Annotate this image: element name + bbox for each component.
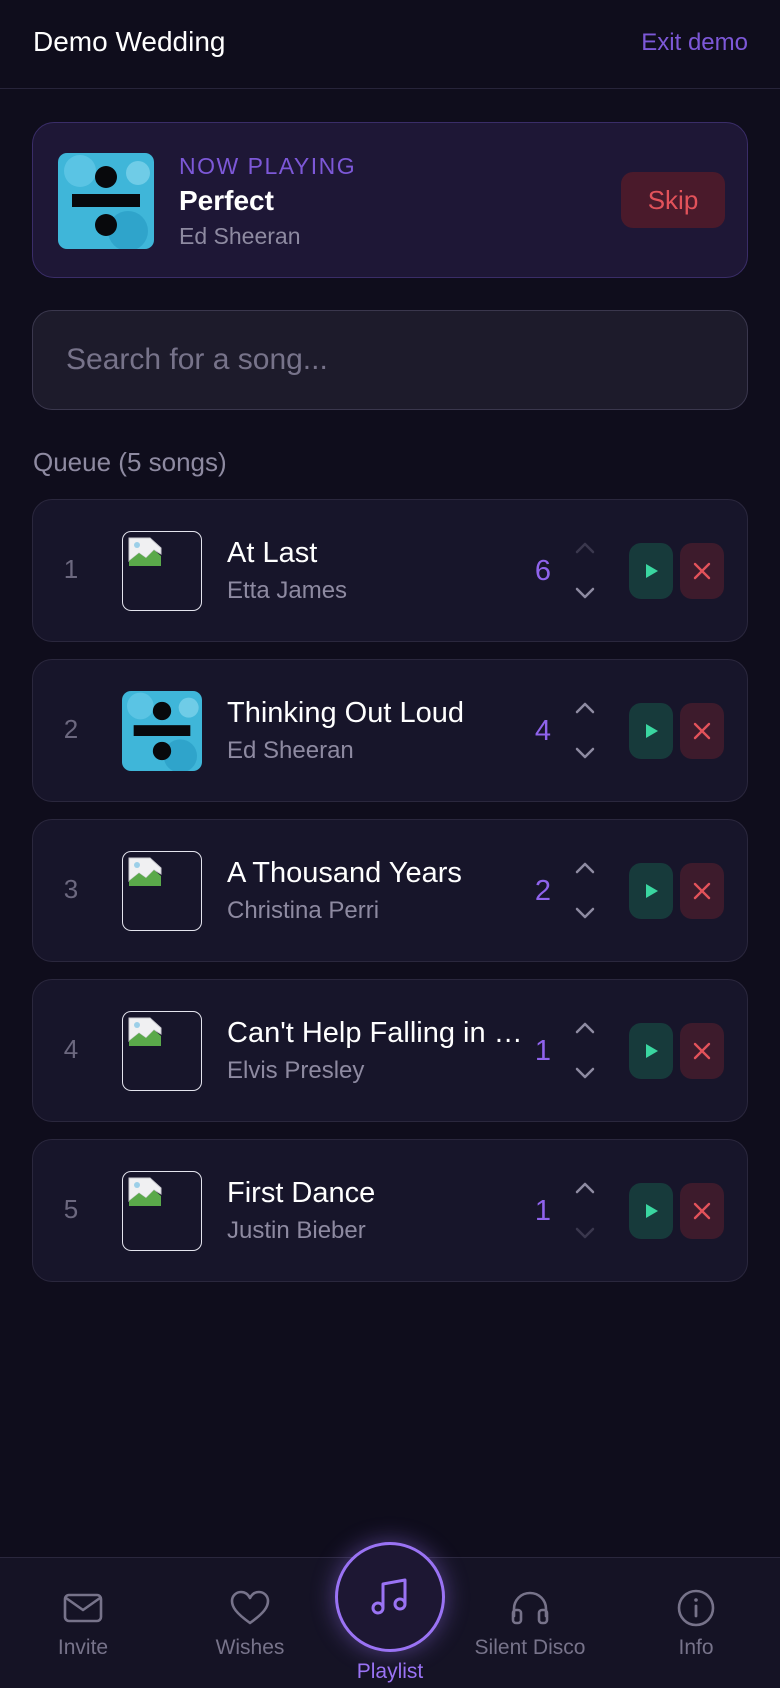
- play-icon[interactable]: [629, 1183, 673, 1239]
- broken-image-icon: [122, 1011, 202, 1091]
- queue-position: 4: [63, 1034, 79, 1064]
- vote-count: 6: [534, 555, 552, 587]
- info-icon: [676, 1588, 716, 1628]
- search-input[interactable]: [33, 311, 747, 409]
- close-icon[interactable]: [680, 863, 724, 919]
- vote-count: 4: [534, 715, 552, 747]
- heart-icon: [230, 1588, 270, 1628]
- play-icon[interactable]: [629, 863, 673, 919]
- close-icon[interactable]: [680, 543, 724, 599]
- queue-title: Queue (5 songs): [33, 447, 227, 477]
- top-bar: Demo Wedding Exit demo: [0, 0, 780, 89]
- broken-image-icon: [122, 1171, 202, 1251]
- song-artist: Ed Sheeran: [227, 737, 354, 764]
- skip-button[interactable]: Skip: [621, 172, 725, 228]
- upvote-icon[interactable]: [570, 855, 600, 881]
- queue-item: 5 First Dance Justin Bieber 1: [32, 1139, 748, 1282]
- nav-info[interactable]: Info: [626, 1588, 766, 1660]
- divide-album-art-icon: [122, 691, 202, 771]
- now-playing-card: NOW PLAYING Perfect Ed Sheeran Skip: [32, 122, 748, 278]
- queue-item: 2 Thinking Out Loud Ed Sheeran 4: [32, 659, 748, 802]
- nav-label: Silent Disco: [474, 1636, 586, 1659]
- downvote-icon[interactable]: [570, 1220, 600, 1246]
- upvote-icon[interactable]: [570, 1015, 600, 1041]
- app-title: Demo Wedding: [33, 26, 226, 57]
- close-icon[interactable]: [680, 1023, 724, 1079]
- broken-image-icon: [122, 851, 202, 931]
- play-icon[interactable]: [629, 543, 673, 599]
- now-playing-artist: Ed Sheeran: [179, 223, 301, 249]
- upvote-icon[interactable]: [570, 1175, 600, 1201]
- play-icon[interactable]: [629, 703, 673, 759]
- downvote-icon[interactable]: [570, 740, 600, 766]
- queue-position: 5: [63, 1194, 79, 1224]
- vote-count: 1: [534, 1195, 552, 1227]
- broken-image-icon: [122, 531, 202, 611]
- queue-position: 2: [63, 714, 79, 744]
- queue-item: 4 Can't Help Falling in Love Elvis Presl…: [32, 979, 748, 1122]
- upvote-icon[interactable]: [570, 535, 600, 561]
- downvote-icon[interactable]: [570, 1060, 600, 1086]
- nav-label: Info: [678, 1636, 714, 1659]
- song-artist: Christina Perri: [227, 897, 380, 924]
- downvote-icon[interactable]: [570, 900, 600, 926]
- headphones-icon: [510, 1588, 550, 1628]
- song-title: A Thousand Years: [227, 857, 462, 889]
- nav-wishes[interactable]: Wishes: [180, 1588, 320, 1660]
- search-box: [32, 310, 748, 410]
- vote-count: 1: [534, 1035, 552, 1067]
- close-icon[interactable]: [680, 703, 724, 759]
- album-art: [58, 153, 154, 249]
- queue-item: 1 At Last Etta James 6: [32, 499, 748, 642]
- now-playing-title: Perfect: [179, 185, 274, 216]
- queue-position: 3: [63, 874, 79, 904]
- song-artist: Justin Bieber: [227, 1217, 366, 1244]
- nav-invite[interactable]: Invite: [13, 1588, 153, 1660]
- nav-label: Invite: [57, 1636, 109, 1659]
- nav-label: Wishes: [215, 1636, 285, 1659]
- song-artist: Etta James: [227, 577, 348, 604]
- close-icon[interactable]: [680, 1183, 724, 1239]
- divide-album-art-icon: [58, 153, 154, 249]
- song-title: First Dance: [227, 1177, 376, 1209]
- song-title: At Last: [227, 537, 318, 569]
- downvote-icon[interactable]: [570, 580, 600, 606]
- exit-demo-link[interactable]: Exit demo: [641, 29, 748, 57]
- music-note-icon: [371, 1578, 407, 1615]
- upvote-icon[interactable]: [570, 695, 600, 721]
- play-icon[interactable]: [629, 1023, 673, 1079]
- queue-position: 1: [63, 554, 79, 584]
- song-title: Thinking Out Loud: [227, 697, 464, 729]
- album-art: [122, 691, 202, 771]
- song-title: Can't Help Falling in Love: [227, 1017, 537, 1049]
- queue-item: 3 A Thousand Years Christina Perri 2: [32, 819, 748, 962]
- nav-silent-disco[interactable]: Silent Disco: [460, 1588, 600, 1660]
- nav-label-playlist: Playlist: [356, 1660, 424, 1683]
- vote-count: 2: [534, 875, 552, 907]
- now-playing-label: NOW PLAYING: [179, 153, 357, 179]
- nav-playlist-button[interactable]: [335, 1542, 445, 1652]
- song-artist: Elvis Presley: [227, 1057, 365, 1084]
- mail-icon: [63, 1588, 103, 1628]
